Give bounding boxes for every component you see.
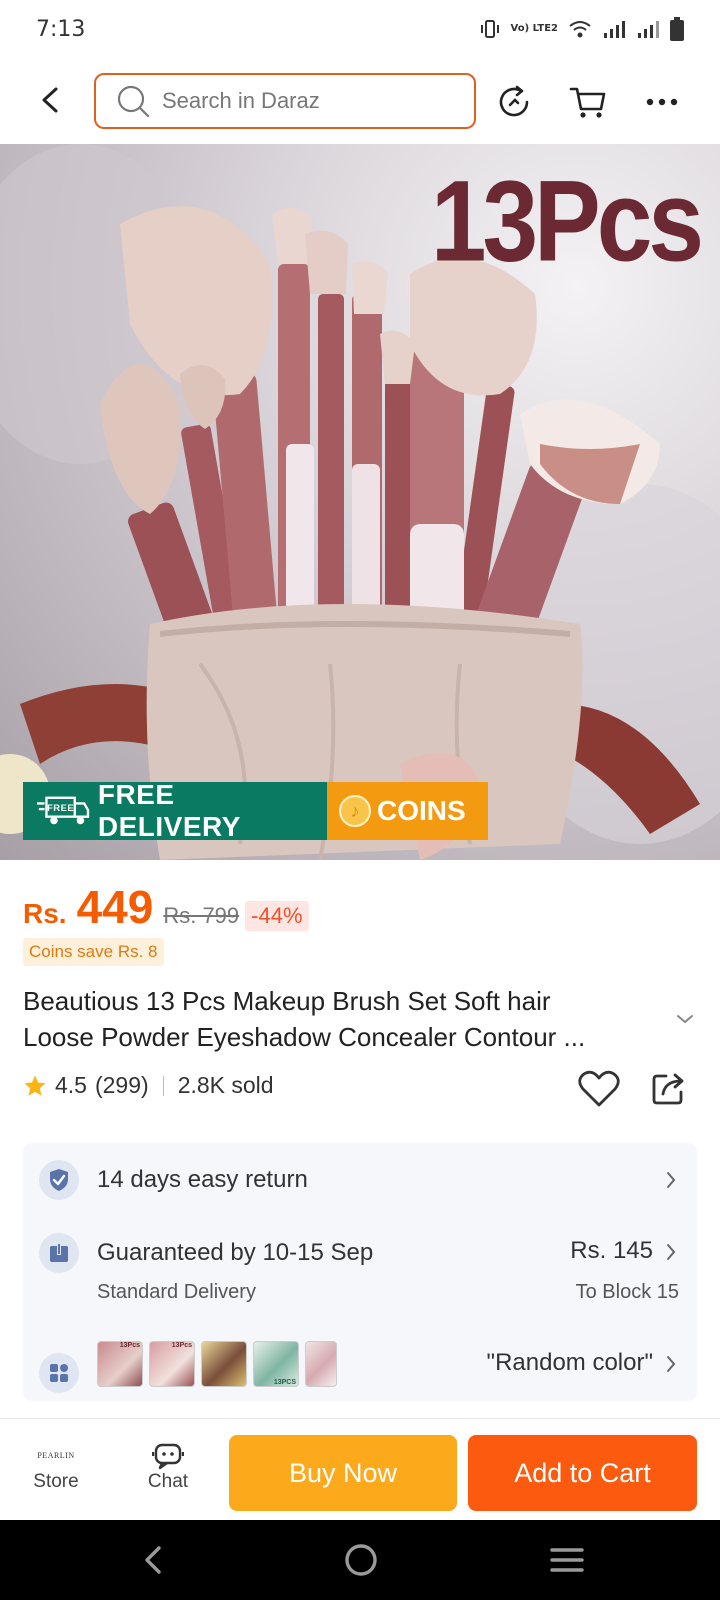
vibrate-icon xyxy=(480,20,499,38)
delivery-icon xyxy=(50,1243,68,1262)
coins-save-badge: Coins save Rs. 8 xyxy=(23,938,164,966)
chat-icon-wrap xyxy=(130,1441,206,1471)
variant-selection-text: "Random color" xyxy=(486,1349,653,1376)
history-button[interactable] xyxy=(492,80,536,124)
variant-thumbnail[interactable] xyxy=(305,1341,337,1387)
nav-back-button[interactable] xyxy=(131,1538,175,1582)
wifi-icon xyxy=(569,21,591,38)
delivery-row[interactable]: Guaranteed by 10-15 Sep Standard Deliver… xyxy=(23,1213,697,1323)
buy-now-button[interactable]: Buy Now xyxy=(229,1435,457,1511)
chevron-right-icon xyxy=(667,1172,676,1188)
store-label: Store xyxy=(33,1471,79,1492)
cart-icon xyxy=(569,87,606,118)
more-button[interactable] xyxy=(640,80,684,124)
price-current: 449 xyxy=(76,881,154,933)
more-icon xyxy=(646,98,678,106)
variant-thumbnail[interactable]: 13PCS xyxy=(253,1341,299,1387)
nav-home-icon xyxy=(345,1544,377,1576)
delivery-destination: To Block 15 xyxy=(575,1281,679,1303)
status-icons: Vo) LTE2 xyxy=(479,17,684,41)
nav-menu-button[interactable] xyxy=(545,1538,589,1582)
nav-back-icon xyxy=(145,1546,161,1574)
review-count: (299) xyxy=(94,1072,149,1098)
return-policy-row[interactable]: 14 days easy return xyxy=(23,1143,697,1205)
history-icon xyxy=(499,85,529,117)
store-logo: PEARLIN xyxy=(37,1451,75,1460)
truck-icon: FREE xyxy=(37,796,90,825)
variant-icon xyxy=(50,1364,68,1382)
product-title-line-2: Loose Powder Eyeshadow Concealer Contour… xyxy=(23,1022,586,1052)
coins-text: COINS xyxy=(377,795,466,826)
status-bar: 7:13 Vo) LTE2 xyxy=(0,0,720,58)
share-button[interactable] xyxy=(651,1070,687,1110)
chevron-right-icon xyxy=(667,1356,676,1372)
price-original: Rs. 799 xyxy=(163,903,240,928)
rating-divider xyxy=(162,1075,164,1096)
delivery-guarantee-text: Guaranteed by 10-15 Sep xyxy=(97,1239,374,1266)
coin-icon: ♪ xyxy=(339,795,371,827)
back-icon xyxy=(42,87,58,113)
bottom-action-bar: PEARLIN Store Chat Buy Now Add to Cart xyxy=(0,1418,720,1518)
delivery-icon-wrap xyxy=(39,1233,79,1273)
search-icon xyxy=(117,85,150,118)
sold-count: 2.8K sold xyxy=(177,1072,274,1098)
return-policy-text: 14 days easy return xyxy=(97,1166,308,1193)
service-info-card: 14 days easy return Guaranteed by 10-15 … xyxy=(23,1143,697,1401)
chat-icon xyxy=(152,1443,184,1470)
system-nav-bar xyxy=(0,1520,720,1600)
price-currency: Rs. xyxy=(23,898,67,929)
search-placeholder: Search in Daraz xyxy=(162,88,320,113)
variant-thumb-label: 13PCS xyxy=(273,1379,296,1386)
chat-label: Chat xyxy=(147,1471,189,1492)
discount-badge: -44% xyxy=(245,901,309,931)
rating-value: 4.5 xyxy=(55,1072,87,1098)
pcs-overlay-text: 13Pcs xyxy=(430,157,704,286)
product-title: Beautious 13 Pcs Makeup Brush Set Soft h… xyxy=(23,983,663,1055)
search-input[interactable]: Search in Daraz xyxy=(94,73,476,129)
store-button[interactable]: PEARLIN Store xyxy=(18,1441,94,1493)
back-button[interactable] xyxy=(30,80,70,120)
product-image[interactable]: 13Pcs FREE FREE DELIVERY ♪ COINS xyxy=(0,144,720,860)
chat-button[interactable]: Chat xyxy=(130,1441,206,1493)
share-icon xyxy=(652,1073,684,1105)
shield-icon xyxy=(50,1169,68,1191)
truck-label: FREE xyxy=(47,802,74,813)
chevron-right-icon xyxy=(667,1244,676,1260)
chevron-down-icon xyxy=(677,1015,693,1024)
status-time: 7:13 xyxy=(36,16,86,42)
variant-thumb-label: 13Pcs xyxy=(171,1342,192,1349)
variant-thumbnail[interactable] xyxy=(201,1341,247,1387)
top-header: Search in Daraz xyxy=(0,62,720,140)
heart-icon xyxy=(578,1070,620,1107)
volte-indicator: Vo) LTE2 xyxy=(510,23,558,34)
variant-icon-wrap xyxy=(39,1353,79,1393)
signal-icon-2 xyxy=(638,21,659,38)
title-expand-button[interactable] xyxy=(676,1010,694,1029)
wishlist-button[interactable] xyxy=(578,1070,620,1112)
free-delivery-text: FREE DELIVERY xyxy=(97,779,241,842)
product-title-line-1: Beautious 13 Pcs Makeup Brush Set Soft h… xyxy=(23,986,551,1016)
variant-thumb-label: 13Pcs xyxy=(119,1342,140,1349)
price-row: Rs. 449 Rs. 799 -44% xyxy=(23,880,309,934)
promo-badges: FREE FREE DELIVERY ♪ COINS xyxy=(23,779,488,842)
variant-thumbnail[interactable]: 13Pcs xyxy=(149,1341,195,1387)
nav-home-button[interactable] xyxy=(339,1538,383,1582)
cart-button[interactable] xyxy=(566,80,610,124)
star-icon xyxy=(24,1075,46,1096)
delivery-fee: Rs. 145 xyxy=(570,1237,653,1264)
return-icon-wrap xyxy=(39,1160,79,1200)
free-delivery-badge: FREE FREE DELIVERY xyxy=(23,779,327,842)
rating-row[interactable]: 4.5 (299) 2.8K sold xyxy=(23,1072,274,1099)
signal-icon xyxy=(604,21,625,38)
variant-thumbnails: 13Pcs 13Pcs 13PCS xyxy=(97,1341,337,1387)
delivery-type-text: Standard Delivery xyxy=(97,1281,256,1303)
coins-badge: ♪ COINS xyxy=(327,782,488,840)
add-to-cart-button[interactable]: Add to Cart xyxy=(468,1435,697,1511)
battery-icon xyxy=(670,17,684,41)
variant-thumbnail[interactable]: 13Pcs xyxy=(97,1341,143,1387)
nav-menu-icon xyxy=(550,1548,584,1572)
